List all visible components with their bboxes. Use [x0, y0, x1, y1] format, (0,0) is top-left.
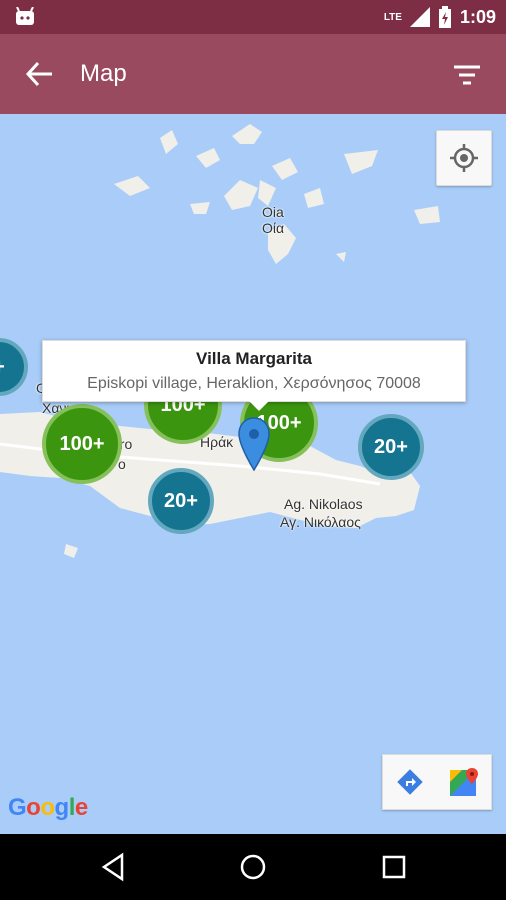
- app-bar: Map: [0, 34, 506, 114]
- battery-charging-icon: [438, 6, 451, 28]
- map-cluster[interactable]: 20+: [358, 414, 424, 480]
- status-bar: LTE 1:09: [0, 0, 506, 34]
- directions-button[interactable]: [383, 755, 437, 809]
- map-label-oia: Oia: [262, 204, 284, 220]
- network-type-label: LTE: [383, 11, 402, 23]
- open-in-maps-button[interactable]: [437, 755, 491, 809]
- signal-icon: [409, 7, 430, 27]
- info-title: Villa Margarita: [196, 349, 312, 368]
- back-arrow-icon[interactable]: [22, 56, 58, 92]
- my-location-button[interactable]: [436, 130, 492, 186]
- map-view[interactable]: Oia Οία Χανι Ο ero o Ηράκ Ag. Nikolaos Α…: [0, 114, 506, 834]
- status-time: 1:09: [459, 6, 496, 27]
- marker-info-window[interactable]: Villa Margarita Episkopi village, Herakl…: [42, 340, 466, 411]
- back-nav-icon[interactable]: [98, 851, 130, 883]
- home-nav-icon[interactable]: [237, 851, 269, 883]
- map-label-oia-greek: Οία: [262, 220, 285, 236]
- system-nav-bar: [0, 834, 506, 900]
- google-maps-icon: [450, 768, 478, 796]
- map-cluster[interactable]: 20+: [148, 468, 214, 534]
- crosshair-icon: [450, 144, 478, 172]
- map-label-ag-nikolaos: Ag. Nikolaos: [284, 496, 363, 512]
- filter-icon[interactable]: [450, 58, 484, 92]
- android-debug-icon: [16, 7, 34, 25]
- google-logo: Google: [8, 794, 88, 821]
- map-label-ag-nikolaos-greek: Αγ. Νικόλαος: [280, 514, 361, 530]
- map-toolbar: [382, 754, 492, 810]
- directions-icon: [397, 769, 423, 795]
- recents-nav-icon[interactable]: [378, 851, 410, 883]
- map-pin-icon[interactable]: [237, 416, 271, 472]
- map-cluster[interactable]: 100+: [42, 404, 122, 484]
- page-title: Map: [80, 60, 127, 87]
- info-address: Episkopi village, Heraklion, Χερσόνησος …: [87, 375, 421, 392]
